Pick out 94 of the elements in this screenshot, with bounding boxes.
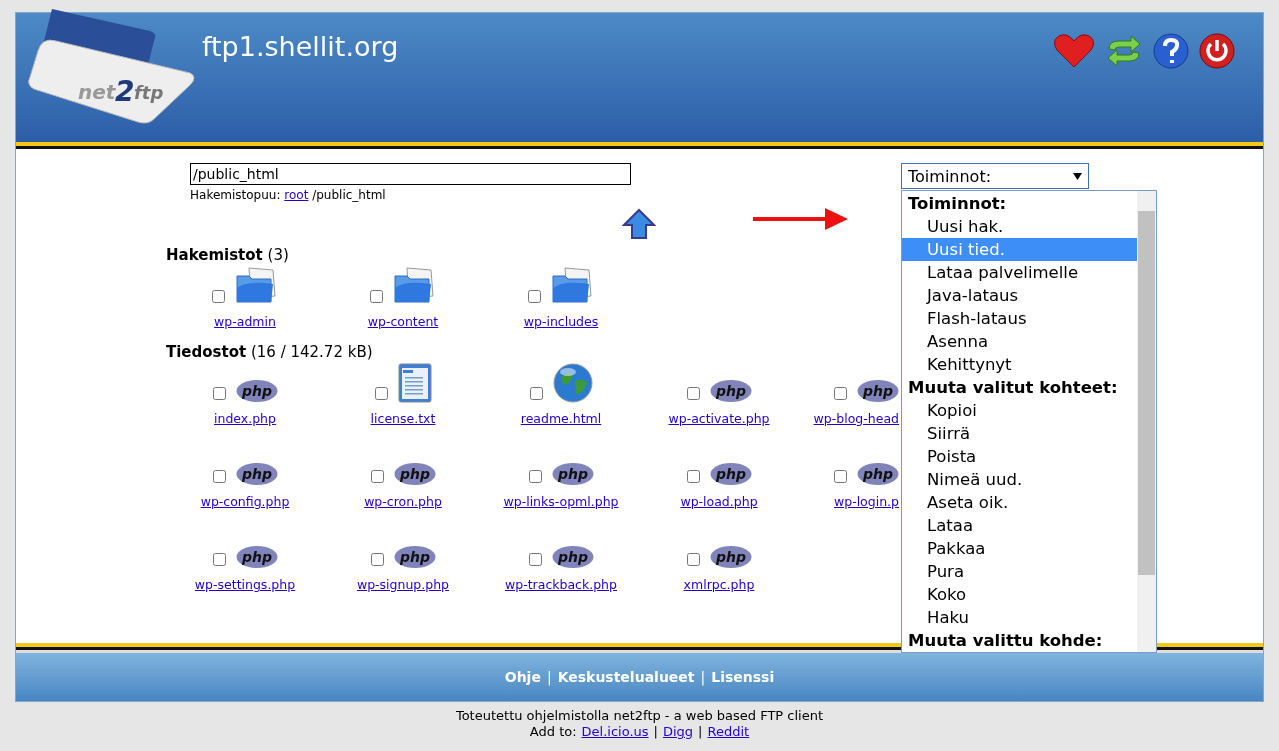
share-link[interactable]: Del.icio.us <box>581 724 649 739</box>
share-link[interactable]: Digg <box>662 724 694 739</box>
php-icon: php <box>709 545 752 569</box>
section-heading: Hakemistot (3) <box>166 246 289 264</box>
php-icon: php <box>857 379 899 403</box>
globe-icon <box>552 363 593 403</box>
dropdown-option[interactable]: Koko <box>902 583 1137 606</box>
dropdown-option[interactable]: Pakkaa <box>902 537 1137 560</box>
dropdown-option[interactable]: Flash-lataus <box>902 307 1137 330</box>
dropdown-option[interactable]: Poista <box>902 445 1137 468</box>
dropdown-option[interactable]: Lataa palvelimelle <box>902 261 1137 284</box>
file-link[interactable]: wp-cron.php <box>364 494 442 509</box>
folder-icon <box>234 266 279 306</box>
php-icon: php <box>235 379 278 403</box>
checkbox[interactable] <box>369 290 383 303</box>
file-link[interactable]: wp-links-opml.php <box>503 494 619 509</box>
dropdown-option[interactable]: Aseta oik. <box>902 491 1137 514</box>
checkbox[interactable] <box>686 553 700 566</box>
power-icon[interactable] <box>1199 33 1235 69</box>
path-field[interactable]: /public_html <box>190 163 631 185</box>
dropdown-option[interactable]: Kopioi <box>902 399 1137 422</box>
checkbox[interactable] <box>212 553 226 566</box>
php-icon: php <box>393 462 436 486</box>
separator: | <box>698 724 703 739</box>
share-link[interactable]: Reddit <box>707 724 750 739</box>
php-icon: php <box>551 462 594 486</box>
checkbox[interactable] <box>686 387 700 400</box>
checkbox[interactable] <box>212 470 226 483</box>
php-icon: php <box>235 462 278 486</box>
file-link[interactable]: wp-settings.php <box>194 577 296 592</box>
checkbox[interactable] <box>528 553 542 566</box>
checkbox[interactable] <box>834 470 847 483</box>
help-icon[interactable] <box>1153 33 1189 69</box>
folder-icon <box>392 266 437 306</box>
section-heading: Tiedostot (16 / 142.72 kB) <box>166 343 373 361</box>
option-group-label: Muuta valittu kohde: <box>907 630 1104 652</box>
actions-select[interactable]: Toiminnot: <box>901 163 1089 189</box>
folder-icon <box>550 266 595 306</box>
file-link[interactable]: wp-config.php <box>200 494 290 509</box>
dropdown-option[interactable]: Kehittynyt <box>902 353 1137 376</box>
checkbox[interactable] <box>212 387 226 400</box>
php-icon: php <box>709 462 752 486</box>
arrow-icon <box>753 205 849 233</box>
checkbox[interactable] <box>374 387 388 400</box>
file-link[interactable]: wp-trackback.php <box>505 577 617 592</box>
heart-icon[interactable] <box>1053 33 1095 69</box>
site-title: ftp1.shellit.org <box>202 31 399 62</box>
file-link[interactable]: index.php <box>214 411 276 426</box>
caret-icon <box>1073 172 1082 180</box>
up-arrow-icon[interactable] <box>622 208 656 240</box>
scrollbar[interactable] <box>1137 191 1156 652</box>
folder-link[interactable]: wp-includes <box>523 314 599 329</box>
root-link[interactable]: root <box>284 188 309 202</box>
dropdown-option[interactable]: Uusi hak. <box>902 215 1137 238</box>
checkbox[interactable] <box>834 387 847 400</box>
dropdown-option[interactable]: Pura <box>902 560 1137 583</box>
file-link[interactable]: wp-login.p <box>833 494 899 509</box>
dropdown-option[interactable]: Lataa <box>902 514 1137 537</box>
checkbox[interactable] <box>370 470 384 483</box>
php-icon: php <box>857 462 899 486</box>
php-icon: php <box>709 379 752 403</box>
dropdown-option[interactable]: Haku <box>902 606 1137 629</box>
breadcrumb: Hakemistopuu: root /public_html <box>190 188 387 202</box>
dropdown-option[interactable]: Asenna <box>902 330 1137 353</box>
file-link[interactable]: wp-load.php <box>680 494 758 509</box>
php-icon: php <box>235 545 278 569</box>
php-icon: php <box>393 545 436 569</box>
option-group-label: Muuta valitut kohteet: <box>907 377 1119 399</box>
checkbox[interactable] <box>529 387 543 400</box>
file-link[interactable]: license.txt <box>370 411 436 426</box>
refresh-icon[interactable] <box>1105 33 1143 69</box>
file-link[interactable]: wp-activate.php <box>668 411 770 426</box>
file-link[interactable]: readme.html <box>520 411 602 426</box>
dropdown-option[interactable]: Siirrä <box>902 422 1137 445</box>
file-link[interactable]: wp-blog-head <box>813 411 899 426</box>
document-icon <box>397 363 432 403</box>
separator: | <box>546 669 552 685</box>
dropdown-option[interactable]: Java-lataus <box>902 284 1137 307</box>
checkbox[interactable] <box>211 290 225 303</box>
separator: | <box>653 724 658 739</box>
dropdown-option[interactable]: Nimeä uud. <box>902 468 1137 491</box>
add-to-label: Add to: <box>529 724 577 739</box>
file-link[interactable]: wp-signup.php <box>356 577 450 592</box>
separator: | <box>700 669 706 685</box>
credits-text: Toteutettu ohjelmistolla net2ftp - a web based FTP client <box>455 708 824 723</box>
checkbox[interactable] <box>686 470 700 483</box>
file-link[interactable]: xmlrpc.php <box>683 577 755 592</box>
php-icon: php <box>551 545 594 569</box>
option-group-label: Toiminnot: <box>907 193 1008 215</box>
checkbox[interactable] <box>370 553 384 566</box>
folder-link[interactable]: wp-content <box>367 314 439 329</box>
checkbox[interactable] <box>527 290 541 303</box>
checkbox[interactable] <box>528 470 542 483</box>
folder-link[interactable]: wp-admin <box>214 314 276 329</box>
